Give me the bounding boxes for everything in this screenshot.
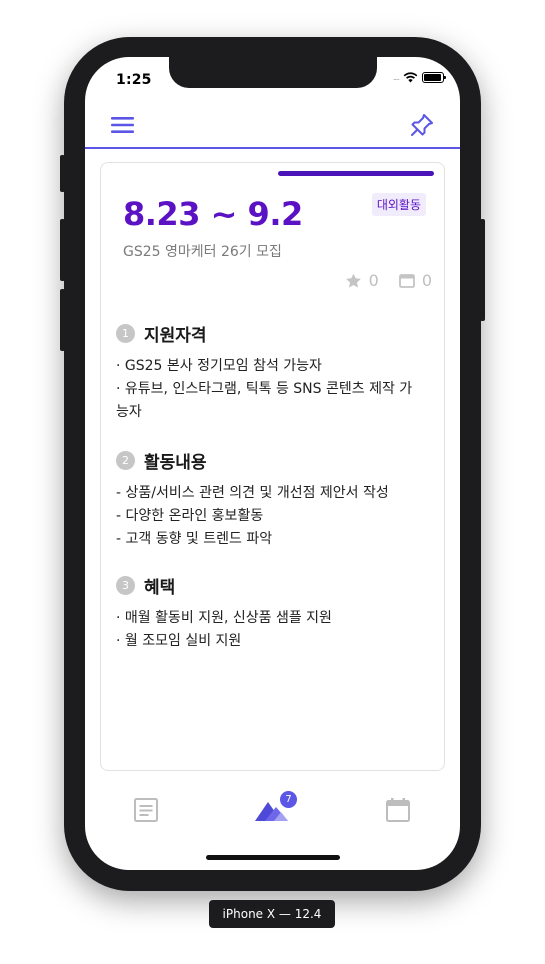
section-line: - 상품/서비스 관련 의견 및 개선점 제안서 작성 xyxy=(116,485,389,501)
calendar-icon[interactable] xyxy=(385,797,411,827)
pin-icon[interactable] xyxy=(409,112,435,138)
card-stats: 0 0 xyxy=(331,271,432,290)
section-benefits: 3 혜택 · 매월 활동비 지원, 신상품 샘플 지원 · 월 조모임 실비 지… xyxy=(116,573,416,653)
date-range: 8.23 ~ 9.2 xyxy=(123,195,303,233)
section-number: 1 xyxy=(116,324,135,343)
section-line: - 고객 동향 및 트렌드 파악 xyxy=(116,531,273,547)
activity-card[interactable]: 8.23 ~ 9.2 대외활동 GS25 영마케터 26기 모집 0 0 1 지… xyxy=(100,162,445,771)
list-icon[interactable] xyxy=(133,797,159,827)
star-icon xyxy=(345,273,361,288)
silent-switch xyxy=(60,155,65,192)
section-qualifications: 1 지원자격 · GS25 본사 정기모임 참석 가능자 · 유튜브, 인스타그… xyxy=(116,321,416,424)
category-badge: 대외활동 xyxy=(371,193,426,216)
calendar-small-icon xyxy=(398,274,415,288)
signal-indicator: .... xyxy=(392,73,400,82)
section-activities: 2 활동내용 - 상품/서비스 관련 의견 및 개선점 제안서 작성 - 다양한… xyxy=(116,448,416,551)
bottom-tab-bar: 7 xyxy=(85,789,460,839)
star-stat[interactable]: 0 xyxy=(345,271,379,290)
top-app-bar xyxy=(85,102,460,149)
hamburger-menu-icon[interactable] xyxy=(110,115,136,135)
volume-up-button xyxy=(60,219,65,281)
section-line: · 월 조모임 실비 지원 xyxy=(116,633,242,649)
card-accent-bar xyxy=(278,171,434,176)
home-icon[interactable]: 7 xyxy=(254,790,298,827)
section-title: 지원자격 xyxy=(144,326,207,346)
calendar-stat[interactable]: 0 xyxy=(398,271,432,290)
section-title: 활동내용 xyxy=(144,453,207,473)
notification-badge: 7 xyxy=(279,790,298,809)
calendar-count: 0 xyxy=(421,271,432,290)
section-line: - 다양한 온라인 홍보활동 xyxy=(116,508,264,524)
status-time: 1:25 xyxy=(116,72,152,88)
battery-icon xyxy=(422,72,446,83)
home-indicator xyxy=(206,855,340,860)
section-number: 2 xyxy=(116,451,135,470)
wifi-icon xyxy=(403,72,418,83)
power-button xyxy=(480,219,485,321)
volume-down-button xyxy=(60,289,65,351)
device-label: iPhone X — 12.4 xyxy=(209,900,335,928)
section-title: 혜택 xyxy=(144,578,176,598)
section-line: · 유튜브, 인스타그램, 틱톡 등 SNS 콘텐츠 제작 가능자 xyxy=(116,381,413,420)
app-screen: 1:25 .... 8.23 ~ 9.2 대외활동 GS25 영마케터 26기 … xyxy=(85,57,460,870)
section-number: 3 xyxy=(116,576,135,595)
card-subtitle: GS25 영마케터 26기 모집 xyxy=(123,244,282,260)
star-count: 0 xyxy=(368,271,379,290)
section-line: · 매월 활동비 지원, 신상품 샘플 지원 xyxy=(116,610,332,626)
status-icons: .... xyxy=(392,72,446,83)
section-line: · GS25 본사 정기모임 참석 가능자 xyxy=(116,358,322,374)
notch xyxy=(169,57,377,88)
